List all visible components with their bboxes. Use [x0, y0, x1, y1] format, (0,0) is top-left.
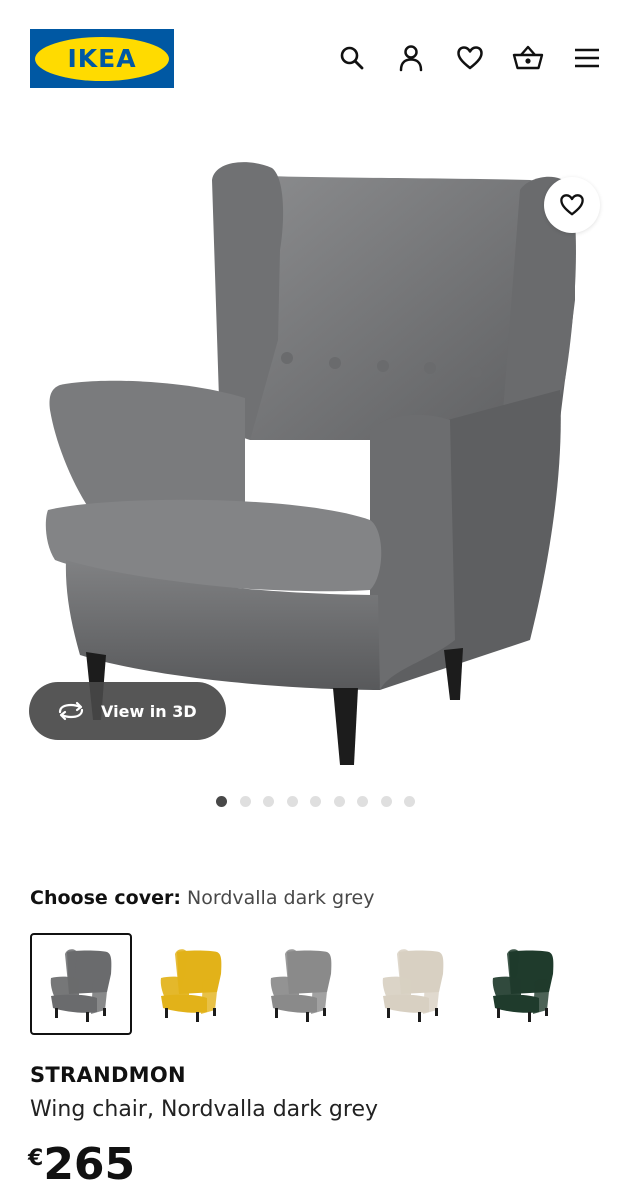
cover-swatch[interactable] — [362, 933, 464, 1035]
basket-icon[interactable] — [512, 42, 544, 74]
cover-swatch[interactable] — [472, 933, 574, 1035]
price-currency: € — [28, 1146, 44, 1171]
header: IKEA — [0, 0, 632, 116]
carousel-dot[interactable] — [239, 796, 251, 807]
carousel-dot[interactable] — [404, 796, 415, 807]
heart-icon[interactable] — [454, 42, 486, 74]
product-name: STRANDMON — [30, 1063, 186, 1087]
selected-cover-name: Nordvalla dark grey — [187, 887, 375, 909]
carousel-dot[interactable] — [263, 796, 274, 807]
chair-thumbnail — [382, 949, 444, 1022]
carousel-dot[interactable] — [216, 796, 227, 807]
carousel-dot[interactable] — [333, 796, 345, 807]
choose-cover-heading: Choose cover: — [30, 887, 181, 909]
logo-text: IKEA — [67, 44, 137, 73]
chair-thumbnail — [50, 949, 112, 1022]
choose-cover-label: Choose cover: Nordvalla dark grey — [30, 887, 374, 909]
heart-icon — [560, 194, 584, 216]
carousel-dot[interactable] — [357, 796, 368, 807]
carousel-dot[interactable] — [286, 796, 298, 807]
price-amount: 265 — [43, 1139, 136, 1190]
search-icon[interactable] — [336, 42, 368, 74]
carousel-dot[interactable] — [310, 796, 321, 807]
cover-swatch[interactable] — [250, 933, 352, 1035]
carousel-dot[interactable] — [380, 796, 392, 807]
add-to-favourites-button[interactable] — [544, 177, 600, 233]
cover-swatch[interactable] — [30, 933, 132, 1035]
cover-swatch[interactable] — [140, 933, 242, 1035]
view-in-3d-button[interactable]: View in 3D — [29, 682, 226, 740]
carousel-dots — [216, 796, 428, 808]
chair-thumbnail — [160, 949, 222, 1022]
ikea-logo[interactable]: IKEA — [30, 29, 174, 88]
account-icon[interactable] — [395, 42, 427, 74]
product-price: € 265 — [28, 1138, 135, 1192]
rotate-3d-icon — [56, 699, 88, 723]
logo-oval: IKEA — [35, 36, 169, 81]
chair-thumbnail — [270, 949, 332, 1022]
chair-thumbnail — [492, 949, 554, 1022]
menu-icon[interactable] — [571, 42, 603, 74]
product-description: Wing chair, Nordvalla dark grey — [30, 1097, 378, 1122]
view-in-3d-label: View in 3D — [101, 701, 197, 721]
